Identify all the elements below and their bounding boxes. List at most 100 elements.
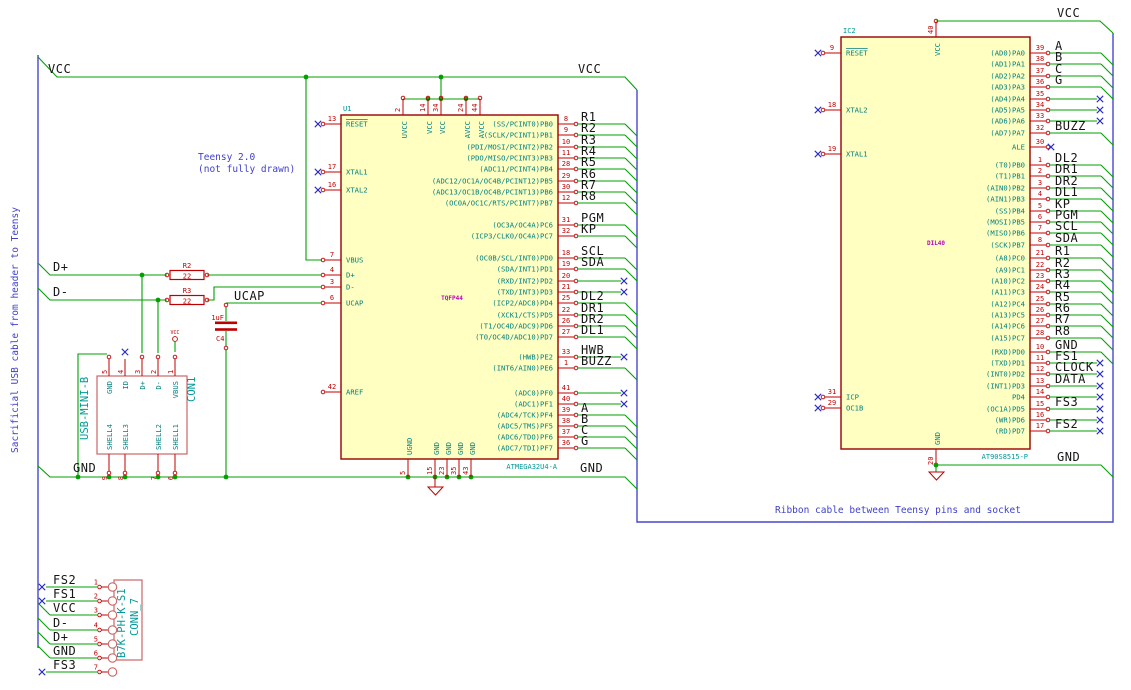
ic2-pin-32-number: 32 (1036, 124, 1044, 132)
wire (624, 268, 638, 282)
ic2-pin-22-number: 22 (1036, 261, 1044, 269)
net-label-gnd-left: GND (73, 461, 96, 475)
u1-pin-39-number: 39 (562, 406, 570, 414)
pin-end (1045, 278, 1051, 284)
r3-value: 22 (183, 298, 191, 306)
ic2-pin-5-number: 5 (1038, 202, 1042, 210)
u1-pin-40-number: 40 (562, 395, 570, 403)
pin-end (1045, 335, 1051, 341)
u1-pin-7-number: 7 (330, 251, 334, 259)
pin-end (106, 470, 112, 476)
u1-pin-27-name: (T0/OC4D/ADC10)PD7 (475, 333, 553, 342)
u1-pin-27-number: 27 (562, 328, 570, 336)
ic2-pin-4-number: 4 (1038, 190, 1042, 198)
pin-end (1045, 208, 1051, 214)
u1-pin-15-number: 15 (426, 467, 434, 475)
ic2-pin-33-name: (AD6)PA6 (990, 117, 1025, 126)
wire (1100, 198, 1114, 212)
u1-pin-29-name: (ADC12/OC1A/OC4B/PCINT12)PB5 (432, 177, 553, 186)
pin-end (820, 107, 826, 113)
u1-pin-6-number: 6 (330, 294, 334, 302)
conn7-pin-3-number: 3 (94, 607, 98, 615)
conn7-pin-circle (107, 667, 118, 677)
pin-end (1045, 349, 1051, 355)
ic2-pin-29-number: 29 (828, 399, 836, 407)
u1-pin-33-name: (HWB)PE2 (518, 353, 553, 362)
wire (1100, 52, 1114, 66)
wire (37, 617, 51, 631)
ic2-pin-9-number: 9 (830, 44, 834, 52)
conn7-pin-circle (107, 625, 118, 635)
net-label-vcc-left: VCC (48, 62, 71, 76)
u1-pin-4-name: D+ (346, 271, 355, 280)
u1-pin-43-number: 43 (462, 467, 470, 475)
capacitor-c4[interactable]: 1uF C4 (211, 302, 237, 351)
pin-end (172, 354, 178, 360)
net-label-vcc-u1: VCC (578, 62, 601, 76)
pin-end (155, 470, 161, 476)
r3-ref: R3 (183, 287, 191, 295)
ic2-pin-18-name: XTAL2 (846, 106, 868, 115)
net-label-gnd-ic2: GND (1057, 450, 1080, 464)
ic2-pin-26-name: (A13)PC5 (990, 311, 1025, 320)
resistor-r2[interactable]: R2 22 (164, 262, 210, 281)
u1-pin-20-name: (RXD/INT2)PD2 (497, 277, 553, 286)
u1-pin-38-number: 38 (562, 417, 570, 425)
u1-value: ATMEGA32U4-A (506, 463, 557, 471)
u1-pin-28-name: (ADC11/PCINT4)PB4 (479, 165, 553, 174)
pin-end (573, 312, 579, 318)
pin-end (97, 627, 102, 633)
net-label-g: G (1055, 73, 1063, 87)
note-teensy-1: Teensy 2.0 (198, 152, 255, 163)
wire (624, 180, 638, 194)
u1-pin-8-name: (SS/PCINT0)PB0 (492, 120, 553, 129)
con1-pin-3-name: D+ (138, 380, 147, 389)
wire (624, 157, 638, 171)
ic2-pin-29-name: OC1B (846, 404, 863, 413)
u1-ref: U1 (343, 105, 351, 113)
net-label-fs1: FS1 (53, 587, 76, 601)
net-label-vcc-ic2: VCC (1057, 6, 1080, 20)
net-label-fs3: FS3 (1055, 395, 1078, 409)
wire (624, 123, 638, 137)
note-ribbon-cable: Ribbon cable between Teensy pins and soc… (775, 505, 1021, 516)
net-label-dplus: D+ (53, 260, 68, 274)
pin-end (1045, 406, 1051, 412)
net-label-r8: R8 (581, 189, 596, 203)
wire (1100, 337, 1114, 351)
conn7-pin-5-number: 5 (94, 636, 98, 644)
con1-pin-8-name: SHELL3 (121, 424, 130, 450)
u1-pin-4-number: 4 (330, 266, 334, 274)
pin-end (1045, 107, 1051, 113)
u1-pin-24-number: 24 (457, 104, 465, 112)
note-left-cable: Sacrificial USB cable from header to Tee… (10, 207, 21, 453)
ic2-pin-1-name: (T0)PB0 (995, 161, 1025, 170)
pin-end (573, 323, 579, 329)
conn7-pin-7-number: 7 (94, 664, 98, 672)
u1-pin-22-name: (XCK1/CTS)PD5 (497, 311, 553, 320)
u1-pin-23-number: 23 (438, 467, 446, 475)
pin-end (1045, 130, 1051, 136)
u1-pin-37-name: (ADC6/TDO)PF6 (497, 433, 553, 442)
u1-pin-5-number: 5 (399, 471, 407, 475)
ic2-pin-23-number: 23 (1036, 272, 1044, 280)
pin-end (97, 641, 102, 647)
resistor-r3[interactable]: R3 22 (164, 287, 210, 306)
wire (1100, 291, 1114, 305)
u1-pin-3-name: D- (346, 283, 355, 292)
net-label-buzz: BUZZ (1055, 119, 1086, 133)
wire (1100, 257, 1114, 271)
u1-pin-12-number: 12 (562, 194, 570, 202)
con1-pin-1-number: 1 (167, 370, 175, 374)
c4-value: 1uF (211, 314, 224, 322)
pin-end (97, 669, 102, 675)
u1-pin-34-number: 34 (432, 104, 440, 112)
conn7-pin-1-number: 1 (94, 579, 98, 587)
ic2-pin-33-number: 33 (1036, 112, 1044, 120)
u1-pin-43-name: GND (468, 442, 477, 455)
u1-pin-16-number: 16 (328, 181, 336, 189)
wire (624, 414, 638, 428)
net-label-r8: R8 (1055, 324, 1070, 338)
u1-pin-30-number: 30 (562, 183, 570, 191)
pin-end (1045, 301, 1051, 307)
